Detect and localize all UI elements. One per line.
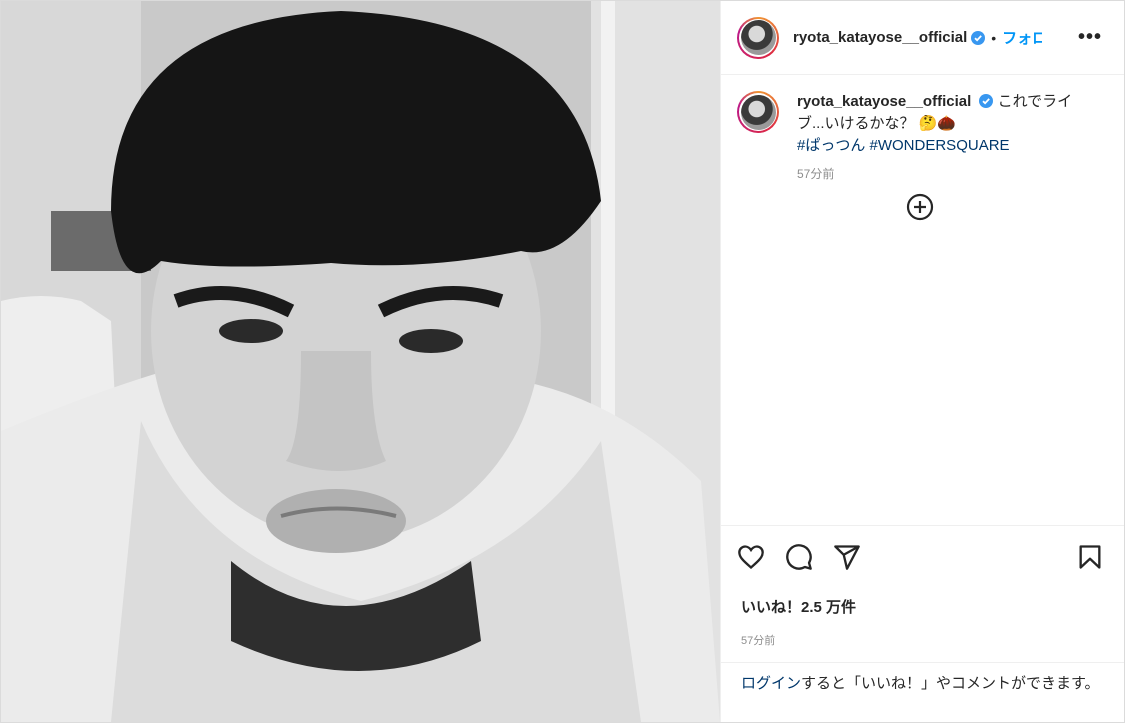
more-options-icon[interactable]: ••• (1078, 27, 1102, 47)
comments-section: ryota_katayose__official これでライブ...いけるかな？… (721, 75, 1124, 525)
post-sidebar: ryota_katayose__official • フォロー ••• ryot… (720, 1, 1124, 722)
caption-time: 57分前 (797, 167, 835, 181)
action-bar (721, 525, 1124, 588)
verified-badge-icon (979, 94, 994, 108)
caption: ryota_katayose__official これでライブ...いけるかな？… (797, 91, 1087, 185)
header-username[interactable]: ryota_katayose__official (793, 29, 967, 46)
heart-icon[interactable] (737, 543, 765, 571)
avatar-image (740, 20, 776, 55)
login-prompt-text: すると「いいね！」やコメントができます。 (801, 675, 1100, 692)
caption-row: ryota_katayose__official これでライブ...いけるかな？… (737, 91, 1108, 185)
comment-icon[interactable] (785, 543, 813, 571)
plus-circle-icon[interactable] (906, 193, 934, 221)
caption-avatar-border (739, 93, 777, 131)
share-icon[interactable] (833, 543, 861, 571)
post-photo-image (1, 1, 720, 722)
header-separator: • (991, 29, 997, 46)
hashtag-link[interactable]: #ぱっつん (797, 137, 865, 154)
post-header: ryota_katayose__official • フォロー ••• (721, 1, 1124, 75)
instagram-post: ryota_katayose__official • フォロー ••• ryot… (0, 0, 1125, 723)
caption-avatar-image (740, 94, 776, 130)
login-prompt: ログインすると「いいね！」やコメントができます。 (721, 662, 1124, 722)
caption-username[interactable]: ryota_katayose__official (797, 93, 971, 110)
follow-button[interactable]: フォロー (1002, 27, 1042, 48)
likes-count[interactable]: いいね！2.5 万件 (721, 588, 1124, 624)
caption-avatar[interactable] (737, 91, 779, 133)
hashtag-link[interactable]: #WONDERSQUARE (870, 137, 1010, 154)
avatar[interactable] (737, 16, 779, 59)
login-link[interactable]: ログイン (741, 675, 801, 692)
verified-badge-icon (971, 30, 986, 45)
posted-time: 57分前 (741, 635, 776, 647)
bookmark-icon[interactable] (1076, 543, 1104, 571)
post-photo[interactable] (1, 1, 720, 722)
avatar-border (739, 18, 777, 57)
